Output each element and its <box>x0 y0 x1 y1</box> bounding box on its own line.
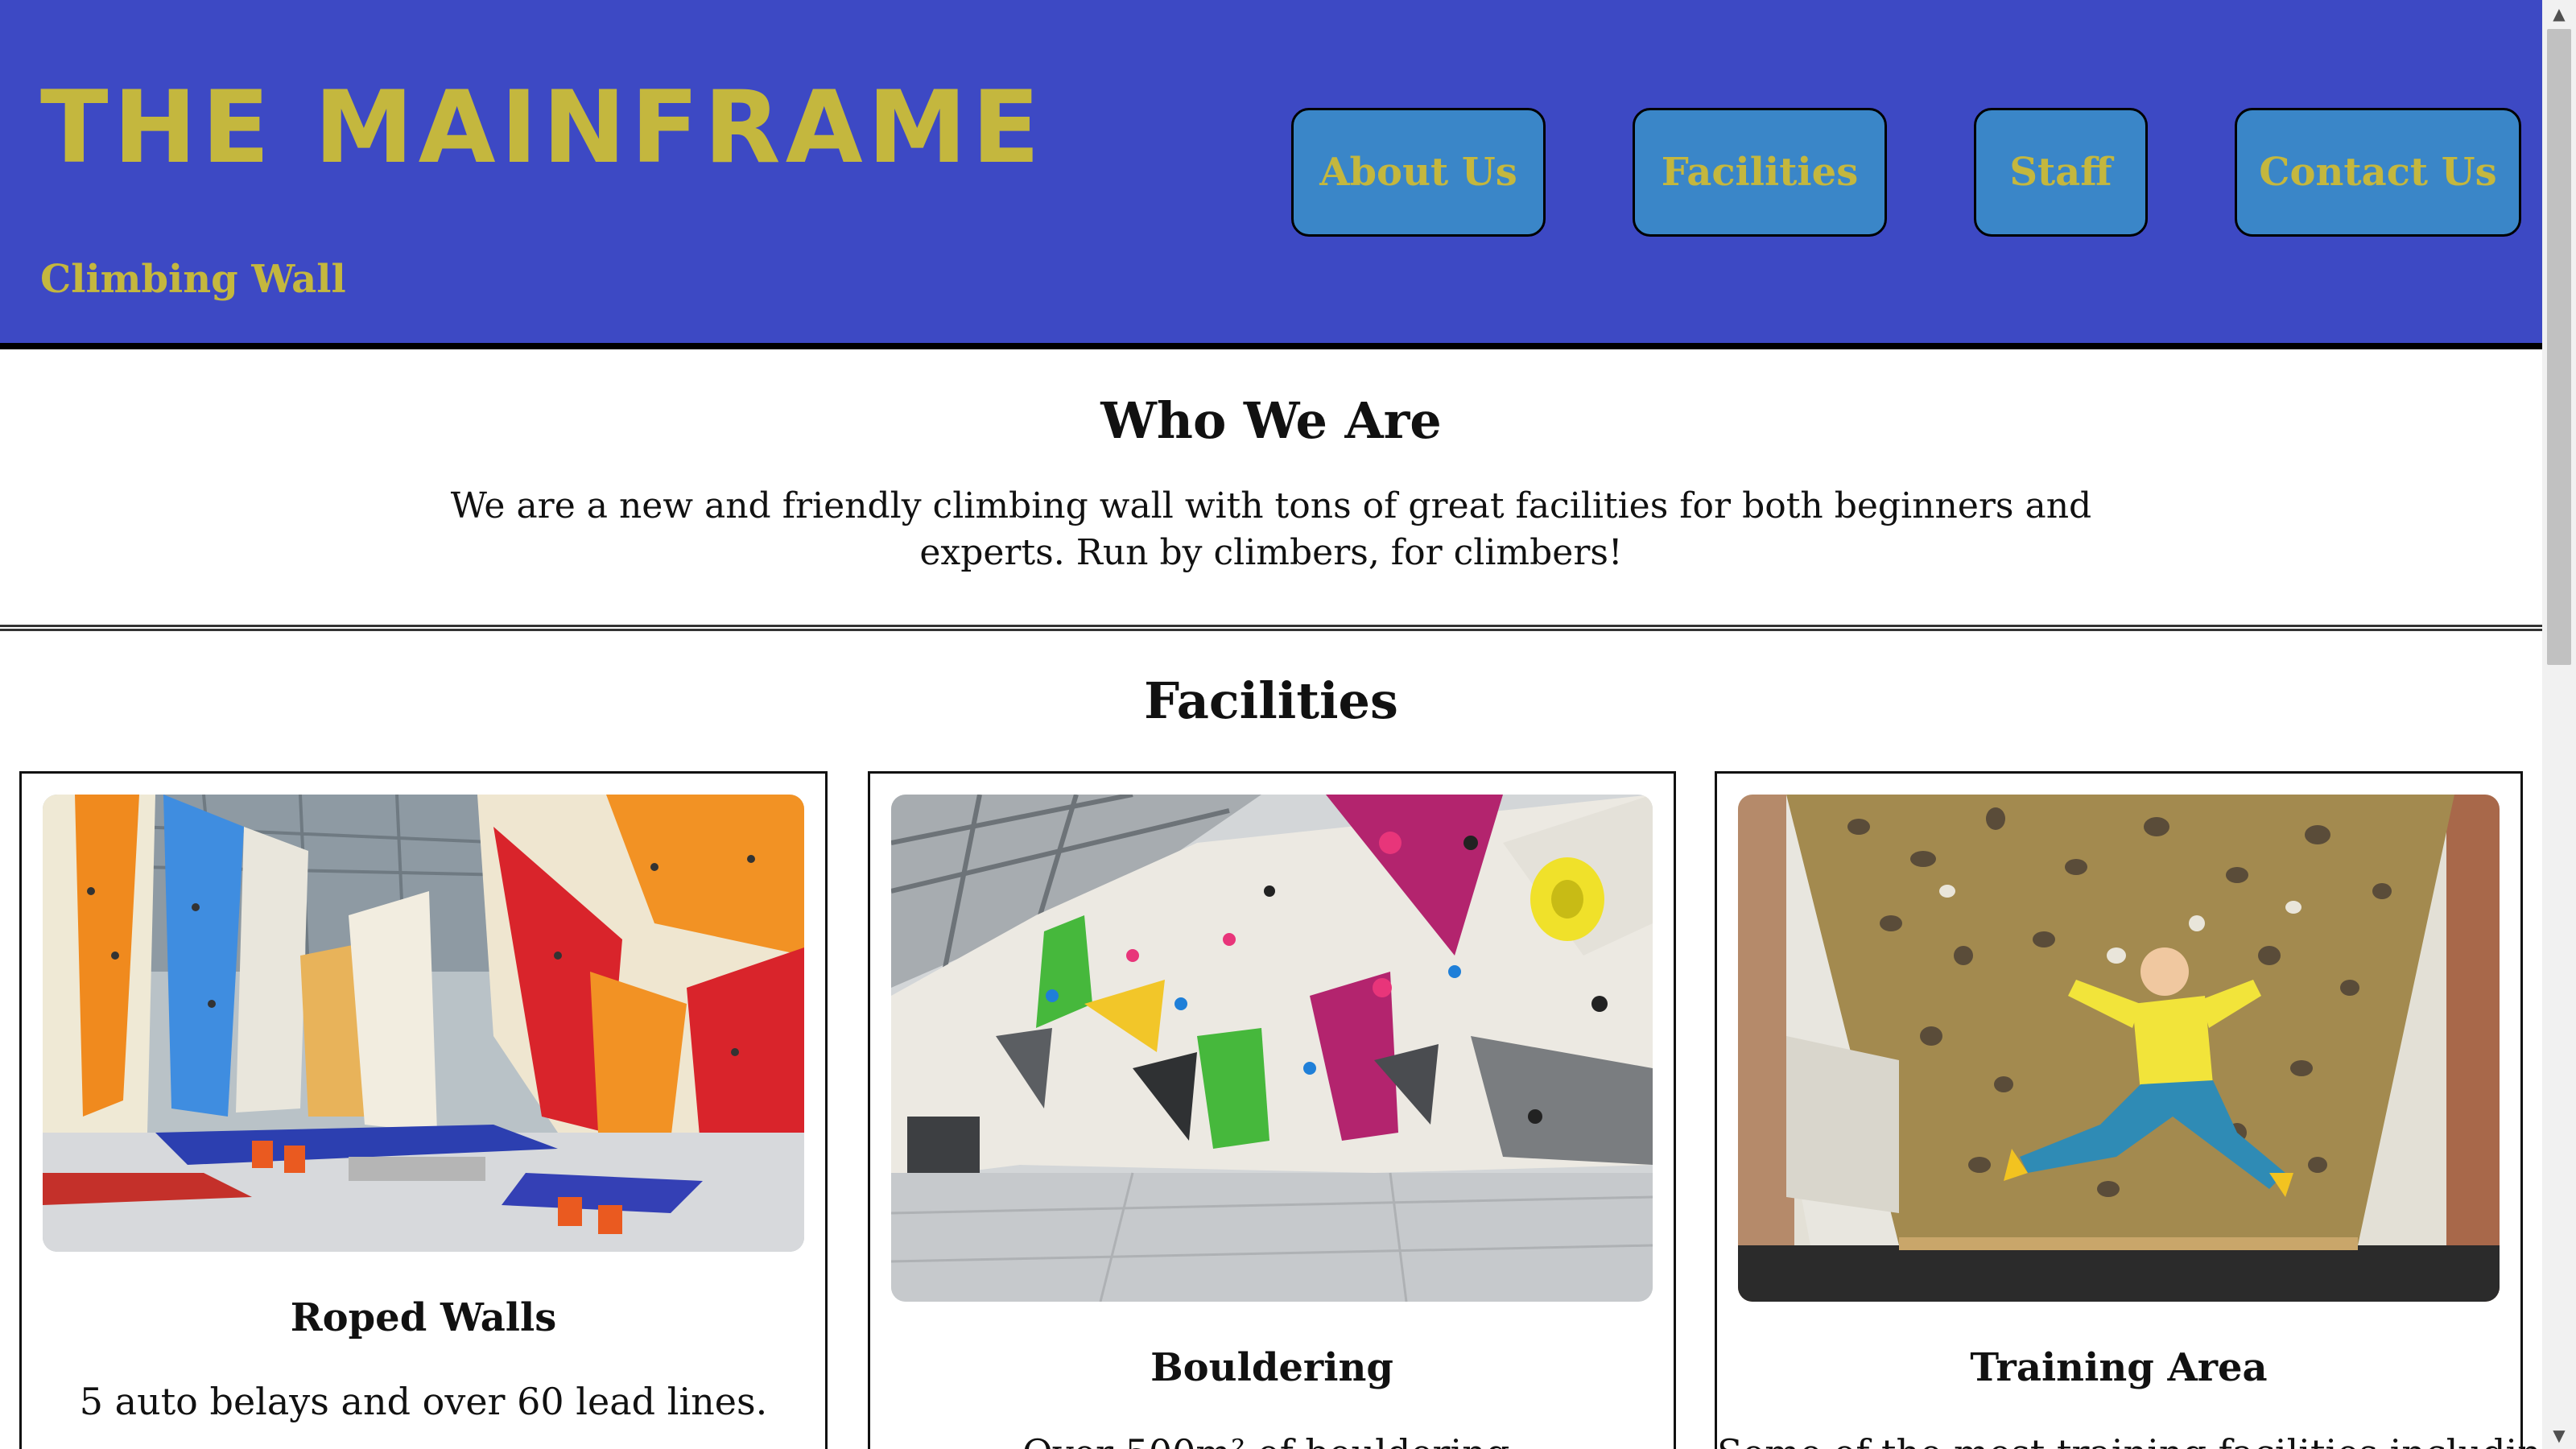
vertical-scrollbar[interactable]: ▲ ▼ <box>2542 0 2576 1449</box>
brand-title: THE MAINFRAME <box>40 70 1045 186</box>
facility-card-training-area: Training Area Some of the most training … <box>1715 771 2565 1449</box>
roped-walls-title: Roped Walls <box>290 1295 557 1340</box>
facility-card-roped-walls: Roped Walls 5 auto belays and over 60 le… <box>19 771 828 1449</box>
scroll-down-arrow-icon[interactable]: ▼ <box>2542 1422 2576 1449</box>
about-heading: Who We Are <box>1100 391 1442 450</box>
brand-subtitle: Climbing Wall <box>40 257 346 302</box>
roped-walls-image <box>43 795 804 1252</box>
training-area-title: Training Area <box>1970 1345 2268 1390</box>
roped-walls-description: 5 auto belays and over 60 lead lines. <box>79 1380 768 1423</box>
site-header: THE MAINFRAME Climbing Wall About Us Fac… <box>0 0 2542 349</box>
about-text: We are a new and friendly climbing wall … <box>450 485 2092 573</box>
training-area-image <box>1738 795 2500 1302</box>
bouldering-description: Over 500m² of bouldering. <box>870 1429 1674 1449</box>
scrollbar-thumb[interactable] <box>2547 29 2571 665</box>
bouldering-title: Bouldering <box>1150 1345 1393 1390</box>
facilities-heading: Facilities <box>1144 671 1398 730</box>
nav-contact-us-button[interactable]: Contact Us <box>2235 108 2521 237</box>
bouldering-image <box>891 795 1653 1302</box>
facility-card-bouldering: Bouldering Over 500m² of bouldering. <box>868 771 1676 1449</box>
nav-staff-button[interactable]: Staff <box>1974 108 2148 237</box>
nav-about-us-button[interactable]: About Us <box>1291 108 1546 237</box>
nav-facilities-button[interactable]: Facilities <box>1633 108 1887 237</box>
scroll-up-arrow-icon[interactable]: ▲ <box>2542 0 2576 27</box>
training-area-description: Some of the most training facilities inc… <box>1717 1429 2565 1449</box>
section-divider <box>0 625 2542 631</box>
